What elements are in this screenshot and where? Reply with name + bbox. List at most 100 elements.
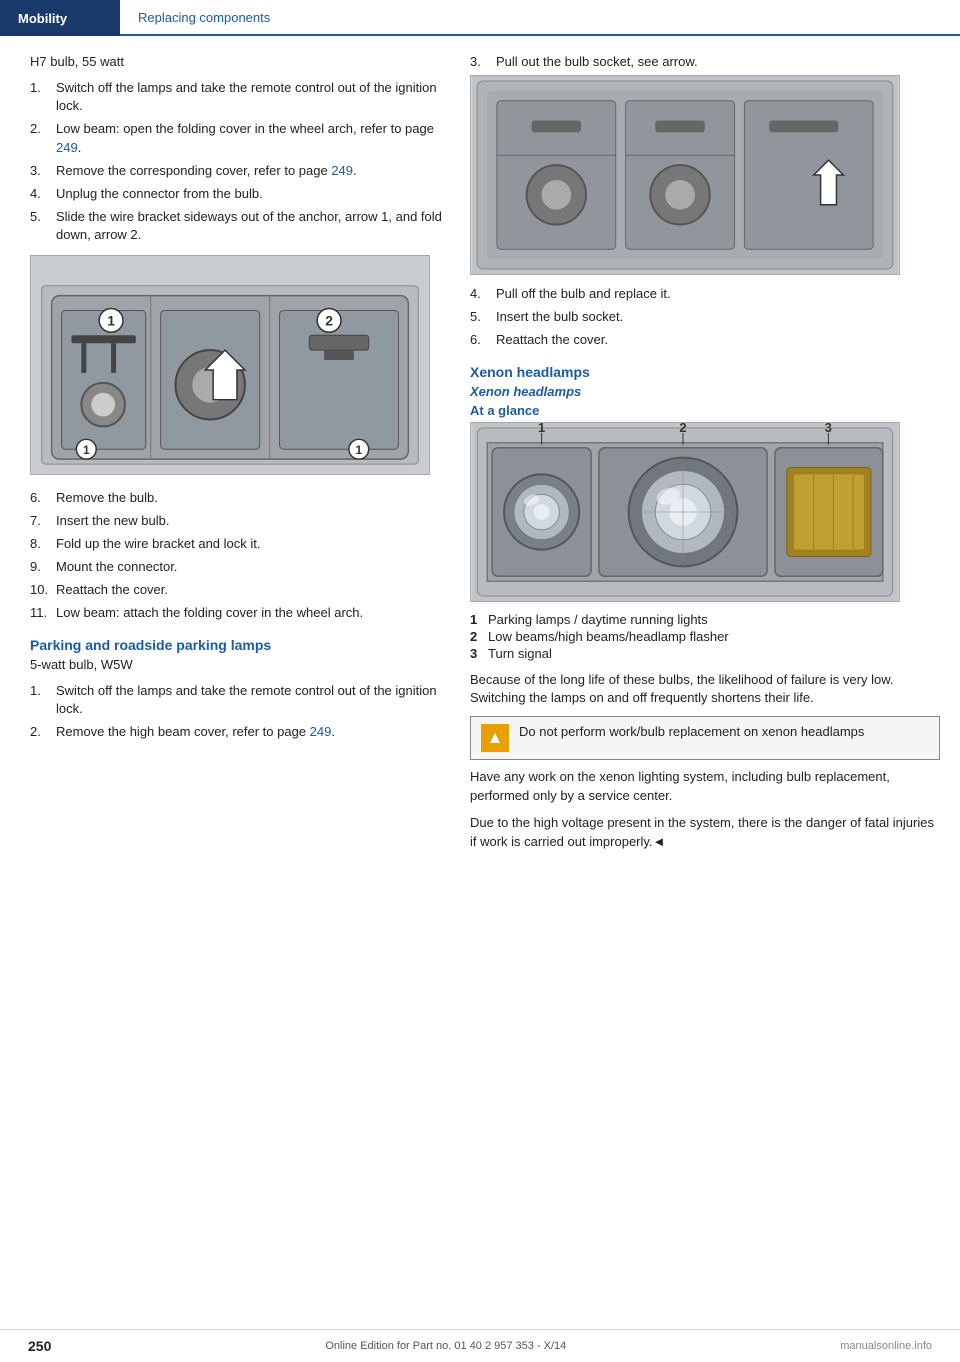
xenon-diagram-image: 1 2 3	[470, 422, 900, 602]
step-text-2: Low beam: open the folding cover in the …	[56, 120, 442, 156]
step-num-8: 8.	[30, 535, 56, 553]
step-8: 8. Fold up the wire bracket and lock it.	[30, 535, 442, 553]
step-text-9: Mount the connector.	[56, 558, 442, 576]
right-steps-4-6: 4. Pull off the bulb and replace it. 5. …	[470, 285, 940, 350]
step-text-10: Reattach the cover.	[56, 581, 442, 599]
right-step-num-4: 4.	[470, 285, 496, 303]
step-num-3: 3.	[30, 162, 56, 180]
page-number: 250	[28, 1338, 51, 1354]
left-column: H7 bulb, 55 watt 1. Switch off the lamps…	[0, 54, 460, 860]
warning-icon-symbol: ▲	[487, 728, 504, 748]
step-num-1: 1.	[30, 79, 56, 115]
step-11: 11. Low beam: attach the folding cover i…	[30, 604, 442, 622]
parking-step-text-1: Switch off the lamps and take the remote…	[56, 682, 442, 718]
step-text-5: Slide the wire bracket sideways out of t…	[56, 208, 442, 244]
header-mobility-tab[interactable]: Mobility	[0, 0, 120, 36]
step-5: 5. Slide the wire bracket sideways out o…	[30, 208, 442, 244]
legend-item-1: 1 Parking lamps / daytime running lights	[470, 612, 940, 627]
step-text-11: Low beam: attach the folding cover in th…	[56, 604, 442, 622]
right-step-5: 5. Insert the bulb socket.	[470, 308, 940, 326]
legend-text-1: Parking lamps / daytime running lights	[488, 612, 708, 627]
legend-num-1: 1	[470, 612, 488, 627]
svg-text:2: 2	[325, 312, 333, 328]
parking-step-num-1: 1.	[30, 682, 56, 718]
link-249-a[interactable]: 249	[56, 140, 78, 155]
step-6: 6. Remove the bulb.	[30, 489, 442, 507]
right-step-text-6: Reattach the cover.	[496, 331, 940, 349]
warning-text: Do not perform work/bulb replacement on …	[519, 724, 864, 739]
svg-text:1: 1	[356, 443, 363, 457]
page-header: Mobility Replacing components	[0, 0, 960, 36]
warning-icon: ▲	[481, 724, 509, 752]
step-7: 7. Insert the new bulb.	[30, 512, 442, 530]
svg-text:1: 1	[107, 312, 115, 328]
step-3: 3. Remove the corresponding cover, refer…	[30, 162, 442, 180]
right-step-6: 6. Reattach the cover.	[470, 331, 940, 349]
bulb-socket-image	[470, 75, 900, 275]
bulb-diagram-image: 1 2 1 1	[30, 255, 430, 475]
step-num-9: 9.	[30, 558, 56, 576]
xenon-body-2: Have any work on the xenon lighting syst…	[470, 768, 940, 806]
step-num-6: 6.	[30, 489, 56, 507]
step-num-5: 5.	[30, 208, 56, 244]
step-10: 10. Reattach the cover.	[30, 581, 442, 599]
right-step-4: 4. Pull off the bulb and replace it.	[470, 285, 940, 303]
parking-steps: 1. Switch off the lamps and take the rem…	[30, 682, 442, 742]
right-step-text-4: Pull off the bulb and replace it.	[496, 285, 940, 303]
svg-text:3: 3	[825, 423, 832, 435]
step-text-3: Remove the corresponding cover, refer to…	[56, 162, 442, 180]
footer-logo: manualsonline.info	[840, 1340, 932, 1352]
xenon-legend: 1 Parking lamps / daytime running lights…	[470, 612, 940, 661]
step-num-2: 2.	[30, 120, 56, 156]
right-step-text-5: Insert the bulb socket.	[496, 308, 940, 326]
step-text-7: Insert the new bulb.	[56, 512, 442, 530]
legend-text-2: Low beams/high beams/headlamp flasher	[488, 629, 729, 644]
legend-num-2: 2	[470, 629, 488, 644]
step-num-4: 4.	[30, 185, 56, 203]
svg-text:1: 1	[83, 443, 90, 457]
xenon-heading: Xenon headlamps	[470, 364, 940, 380]
parking-intro: 5-watt bulb, W5W	[30, 657, 442, 672]
step-9: 9. Mount the connector.	[30, 558, 442, 576]
parking-step-2: 2. Remove the high beam cover, refer to …	[30, 723, 442, 741]
xenon-body-3: Due to the high voltage present in the s…	[470, 814, 940, 852]
step-1: 1. Switch off the lamps and take the rem…	[30, 79, 442, 115]
parking-step-num-2: 2.	[30, 723, 56, 741]
legend-text-3: Turn signal	[488, 646, 552, 661]
link-249-b[interactable]: 249	[331, 163, 353, 178]
page-footer: 250 Online Edition for Part no. 01 40 2 …	[0, 1329, 960, 1362]
mobility-label: Mobility	[18, 11, 67, 26]
footer-info: Online Edition for Part no. 01 40 2 957 …	[325, 1340, 566, 1352]
header-section-tab[interactable]: Replacing components	[120, 0, 960, 36]
step-text-1: Switch off the lamps and take the remote…	[56, 79, 442, 115]
step-num-11: 11.	[30, 604, 56, 622]
step-num-10: 10.	[30, 581, 56, 599]
step-num-7: 7.	[30, 512, 56, 530]
right-step-text-3: Pull out the bulb socket, see arrow.	[496, 54, 940, 69]
parking-step-1: 1. Switch off the lamps and take the rem…	[30, 682, 442, 718]
step-text-6: Remove the bulb.	[56, 489, 442, 507]
right-step-num-3: 3.	[470, 54, 496, 69]
svg-text:1: 1	[538, 423, 545, 435]
main-content: H7 bulb, 55 watt 1. Switch off the lamps…	[0, 36, 960, 860]
right-column: 3. Pull out the bulb socket, see arrow.	[460, 54, 960, 860]
legend-num-3: 3	[470, 646, 488, 661]
right-step3: 3. Pull out the bulb socket, see arrow.	[470, 54, 940, 69]
parking-section-heading: Parking and roadside parking lamps	[30, 637, 442, 653]
xenon-subheading: Xenon headlamps	[470, 384, 940, 399]
legend-item-2: 2 Low beams/high beams/headlamp flasher	[470, 629, 940, 644]
h7-intro: H7 bulb, 55 watt	[30, 54, 442, 69]
right-step-num-6: 6.	[470, 331, 496, 349]
step-text-4: Unplug the connector from the bulb.	[56, 185, 442, 203]
step-4: 4. Unplug the connector from the bulb.	[30, 185, 442, 203]
parking-step-text-2: Remove the high beam cover, refer to pag…	[56, 723, 442, 741]
xenon-body-1: Because of the long life of these bulbs,…	[470, 671, 940, 709]
step-2: 2. Low beam: open the folding cover in t…	[30, 120, 442, 156]
right-step-num-5: 5.	[470, 308, 496, 326]
h7-steps: 1. Switch off the lamps and take the rem…	[30, 79, 442, 245]
warning-box: ▲ Do not perform work/bulb replacement o…	[470, 716, 940, 760]
step-text-8: Fold up the wire bracket and lock it.	[56, 535, 442, 553]
section-label: Replacing components	[138, 10, 270, 25]
link-249-c[interactable]: 249	[310, 724, 332, 739]
at-glance-label: At a glance	[470, 403, 940, 418]
